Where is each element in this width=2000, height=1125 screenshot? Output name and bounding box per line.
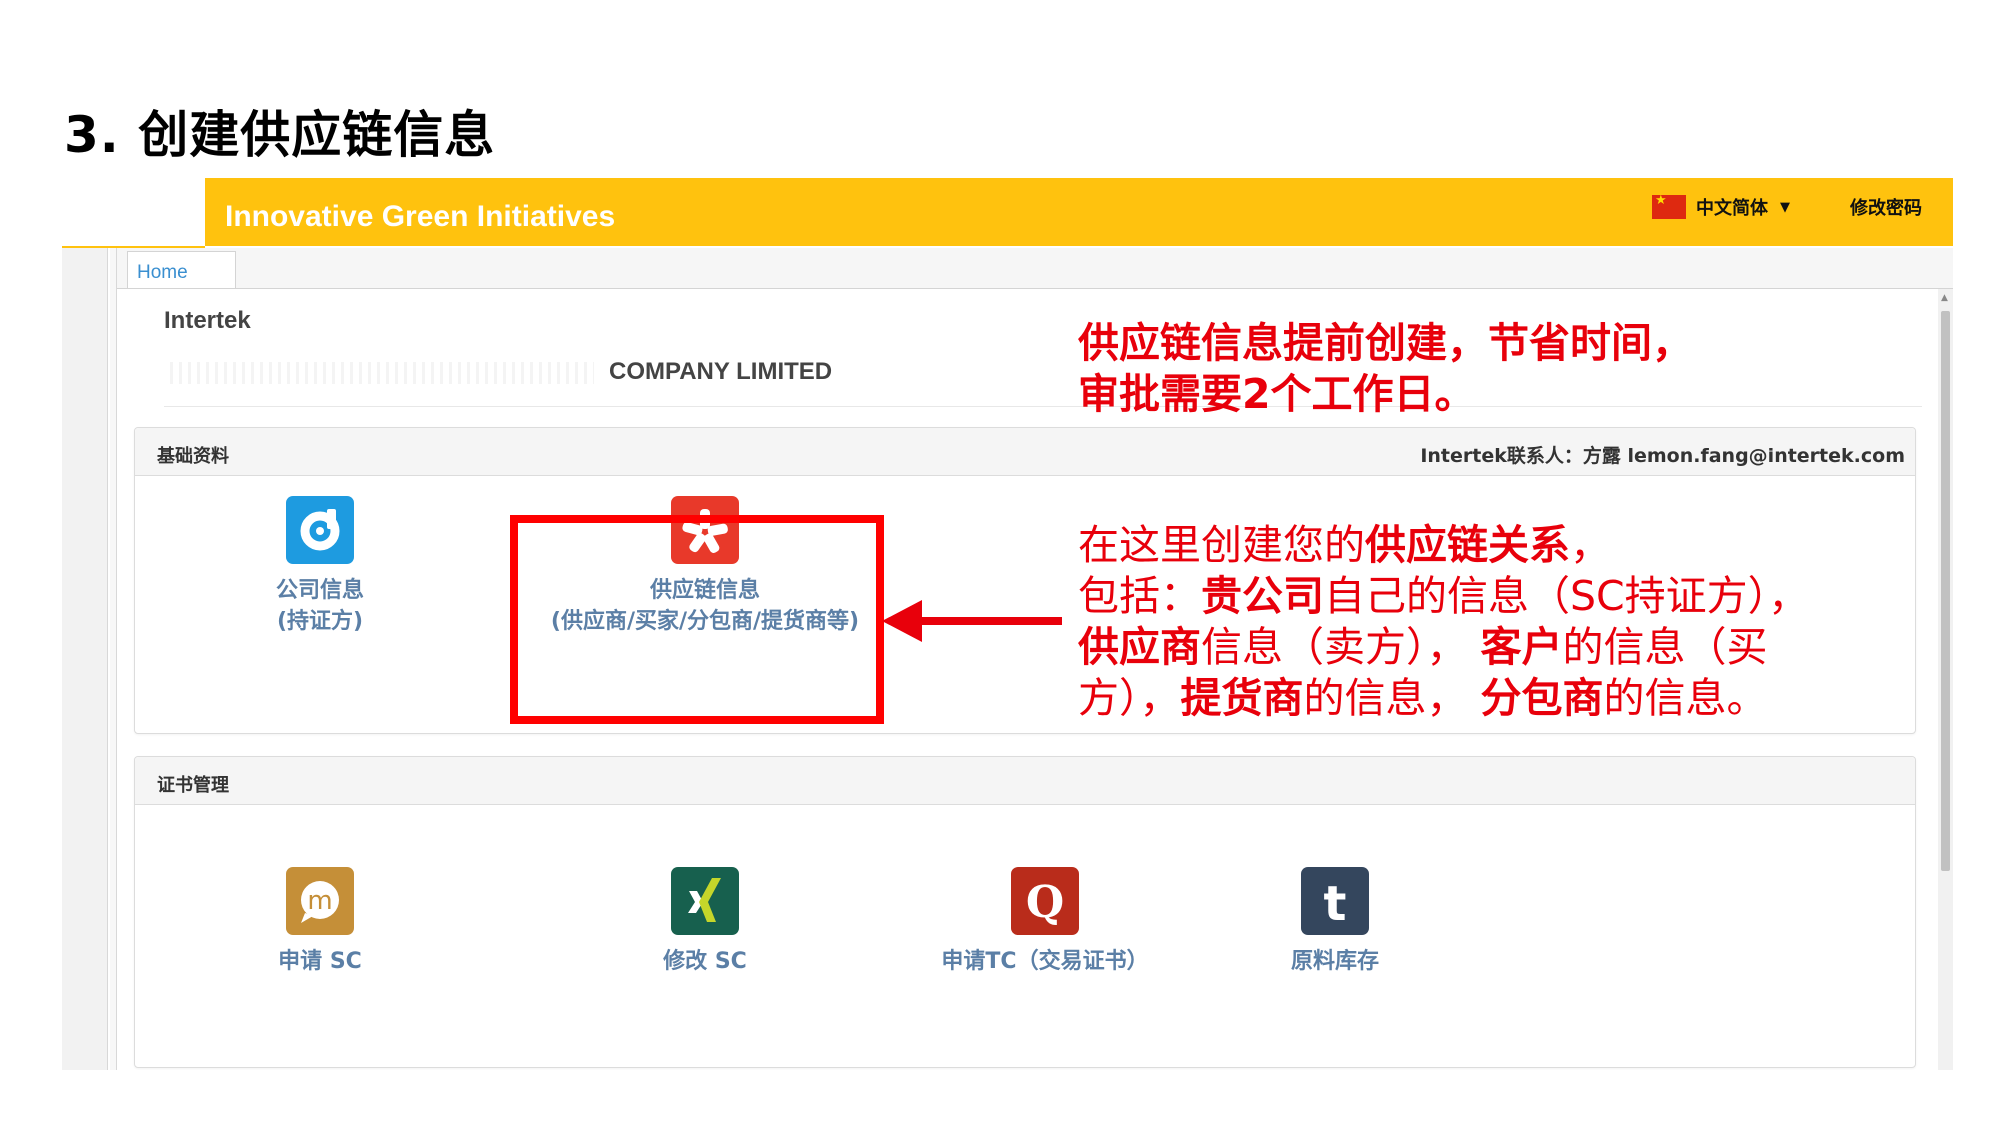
language-label: 中文简体 [1696, 198, 1768, 219]
tile-company-info[interactable]: 公司信息 (持证方) [230, 496, 410, 637]
slide-title: 3. 创建供应链信息 [64, 106, 496, 164]
xing-icon [671, 867, 739, 935]
panel-title: 基础资料 [157, 446, 229, 467]
change-password-link[interactable]: 修改密码 [1850, 194, 1922, 220]
panel-certificate-management: 证书管理 m 申请 SC 修改 SC Q 申请TC（交易证书） t 原料库存 [134, 756, 1916, 1068]
svg-text:t: t [1324, 876, 1347, 932]
highlight-box [510, 515, 884, 724]
tile-apply-sc[interactable]: m 申请 SC [230, 867, 410, 977]
tile-label: 申请 SC [278, 949, 362, 974]
panel-title: 证书管理 [157, 775, 229, 796]
sidebar-splitter[interactable] [110, 248, 117, 1070]
quora-icon: Q [1011, 867, 1079, 935]
panel-header: 证书管理 [135, 757, 1915, 805]
tile-label: 修改 SC [663, 949, 747, 974]
annotation-main: 在这里创建您的供应链关系， 包括：贵公司自己的信息（SC持证方）， 供应商信息（… [1078, 521, 1810, 722]
company-name: COMPANY LIMITED [609, 358, 833, 385]
china-flag-icon: ★ [1652, 193, 1686, 219]
tile-modify-sc[interactable]: 修改 SC [505, 867, 905, 977]
annotation-top: 供应链信息提前创建，节省时间， 审批需要2个工作日。 [1078, 319, 1693, 418]
panel-header: 基础资料 Intertek联系人：方露 lemon.fang@intertek.… [135, 428, 1915, 476]
org-name: Intertek [164, 307, 251, 334]
language-dropdown[interactable]: ★ 中文简体 ▼ [1652, 192, 1790, 222]
scrollbar-thumb[interactable] [1941, 311, 1950, 871]
scroll-up-icon[interactable]: ▲ [1941, 293, 1948, 303]
brand-title[interactable]: Innovative Green Initiatives [225, 200, 615, 234]
tumblr-icon: t [1301, 867, 1369, 935]
left-sidebar [62, 248, 108, 1070]
chevron-down-icon: ▼ [1780, 199, 1790, 215]
svg-text:m: m [307, 886, 332, 916]
tile-label: 申请TC（交易证书） [941, 949, 1149, 974]
vertical-scrollbar[interactable]: ▲ [1938, 289, 1953, 1070]
contact-info: Intertek联系人：方露 lemon.fang@intertek.com [1420, 445, 1905, 467]
svg-text:Q: Q [1026, 877, 1064, 928]
tab-bar: Home [117, 248, 1953, 289]
tab-home[interactable]: Home [127, 251, 236, 288]
meetme-icon: m [286, 867, 354, 935]
top-navbar: Innovative Green Initiatives ★ 中文简体 ▼ 修改… [205, 178, 1953, 246]
tile-label: 原料库存 [1290, 949, 1379, 974]
chat-bubble-icon [286, 496, 354, 564]
tile-label: 公司信息 (持证方) [275, 578, 364, 634]
tile-apply-tc[interactable]: Q 申请TC（交易证书） [895, 867, 1195, 977]
tile-material-inventory[interactable]: t 原料库存 [1235, 867, 1435, 977]
arrow-left-icon [882, 600, 1062, 642]
